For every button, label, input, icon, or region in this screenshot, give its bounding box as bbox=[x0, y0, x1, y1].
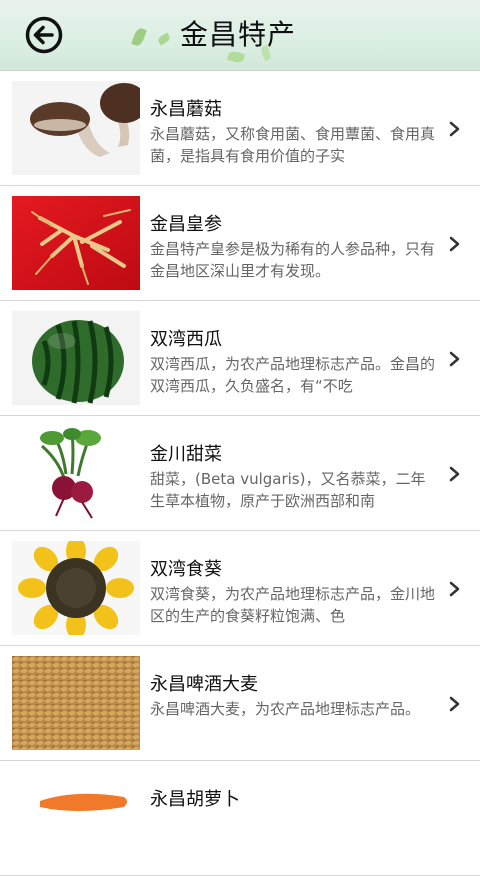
list-item[interactable]: 双湾西瓜 双湾西瓜，为农产品地理标志产品。金昌的双湾西瓜，久负盛名，有“不吃 bbox=[0, 301, 480, 416]
sunflower-image bbox=[12, 541, 140, 635]
item-title: 双湾食葵 bbox=[150, 559, 222, 580]
ginseng-image bbox=[12, 196, 140, 290]
leaf-decoration-icon bbox=[156, 32, 172, 46]
barley-image bbox=[12, 656, 140, 750]
item-title: 双湾西瓜 bbox=[150, 329, 222, 350]
item-description bbox=[150, 813, 440, 857]
carrot-image bbox=[12, 771, 140, 865]
beet-image bbox=[12, 426, 140, 520]
item-title: 金川甜菜 bbox=[150, 444, 222, 465]
item-title: 永昌啤酒大麦 bbox=[150, 674, 258, 695]
mushroom-image bbox=[12, 81, 140, 175]
chevron-right-icon bbox=[449, 466, 460, 482]
chevron-right-icon bbox=[449, 236, 460, 252]
list-item[interactable]: 永昌胡萝卜 bbox=[0, 761, 480, 876]
item-title: 金昌皇参 bbox=[150, 214, 222, 235]
app-header: 金昌特产 bbox=[0, 0, 480, 71]
chevron-right-icon bbox=[449, 351, 460, 367]
item-description: 永昌蘑菇，又称食用菌、食用蕈菌、食用真菌，是指具有食用价值的子实 bbox=[150, 125, 436, 165]
item-description: 永昌啤酒大麦，为农产品地理标志产品。 bbox=[150, 700, 421, 718]
list-item[interactable]: 金川甜菜 甜菜，(Beta vulgaris)，又名菾菜，二年生草本植物，原产于… bbox=[0, 416, 480, 531]
chevron-right-icon bbox=[449, 696, 460, 712]
back-arrow-circle-icon bbox=[25, 16, 63, 54]
leaf-decoration-icon bbox=[131, 26, 147, 48]
item-description: 甜菜，(Beta vulgaris)，又名菾菜，二年生草本植物，原产于欧洲西部和… bbox=[150, 470, 426, 510]
back-button[interactable] bbox=[24, 15, 64, 55]
list-item[interactable]: 金昌皇参 金昌特产皇参是极为稀有的人参品种，只有金昌地区深山里才有发现。 bbox=[0, 186, 480, 301]
item-title: 永昌胡萝卜 bbox=[150, 789, 240, 810]
chevron-right-icon bbox=[449, 121, 460, 137]
specialty-list: 永昌蘑菇 永昌蘑菇，又称食用菌、食用蕈菌、食用真菌，是指具有食用价值的子实 金昌… bbox=[0, 71, 480, 876]
chevron-right-icon bbox=[449, 581, 460, 597]
item-description: 双湾食葵，为农产品地理标志产品，金川地区的生产的食葵籽粒饱满、色 bbox=[150, 585, 436, 625]
item-description: 双湾西瓜，为农产品地理标志产品。金昌的双湾西瓜，久负盛名，有“不吃 bbox=[150, 355, 436, 395]
list-item[interactable]: 永昌啤酒大麦 永昌啤酒大麦，为农产品地理标志产品。 bbox=[0, 646, 480, 761]
list-item[interactable]: 永昌蘑菇 永昌蘑菇，又称食用菌、食用蕈菌、食用真菌，是指具有食用价值的子实 bbox=[0, 71, 480, 186]
item-title: 永昌蘑菇 bbox=[150, 99, 222, 120]
page-title: 金昌特产 bbox=[180, 18, 297, 51]
list-item[interactable]: 双湾食葵 双湾食葵，为农产品地理标志产品，金川地区的生产的食葵籽粒饱满、色 bbox=[0, 531, 480, 646]
item-description: 金昌特产皇参是极为稀有的人参品种，只有金昌地区深山里才有发现。 bbox=[150, 240, 436, 280]
watermelon-image bbox=[12, 311, 140, 405]
